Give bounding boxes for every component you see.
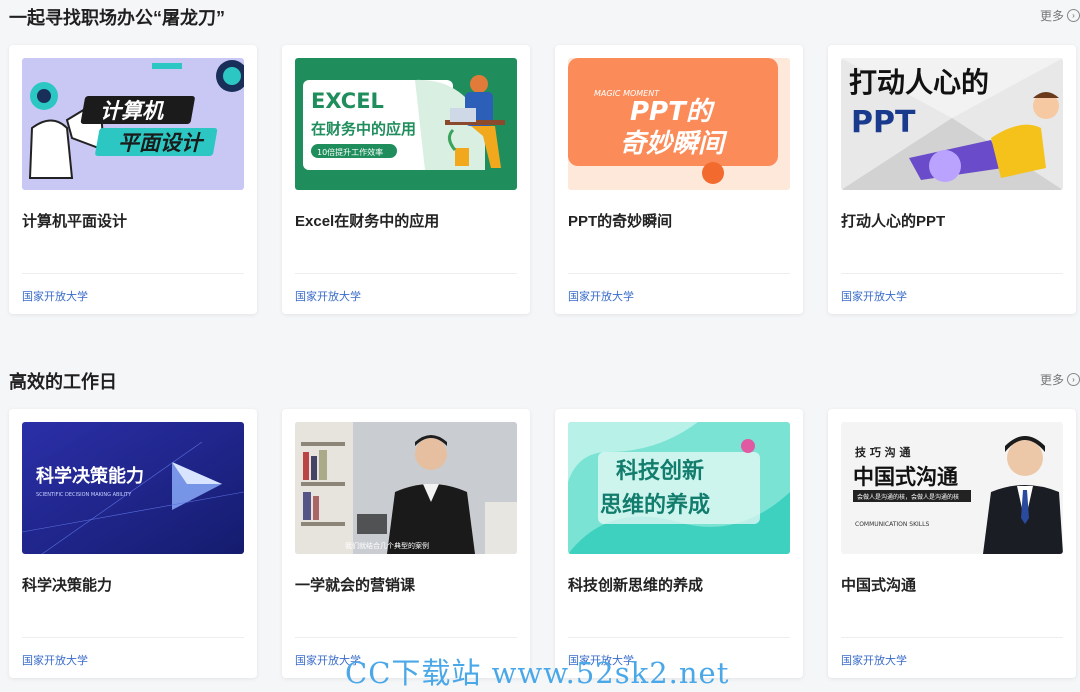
divider	[22, 637, 244, 638]
site-watermark: CC下载站 www.52sk2.net	[345, 656, 730, 690]
course-title: 打动人心的PPT	[841, 213, 946, 230]
thumb-text: 10倍提升工作效率	[317, 147, 383, 157]
thumb-text: 在财务中的应用	[311, 120, 416, 138]
divider	[295, 273, 517, 274]
divider	[841, 273, 1063, 274]
divider	[295, 637, 517, 638]
course-card[interactable]: 计算机 平面设计 计算机平面设计 国家开放大学	[9, 45, 257, 314]
thumb-text: 科技创新	[616, 458, 704, 484]
thumb-text: COMMUNICATION SKILLS	[855, 521, 929, 528]
thumb-text: 打动人心的	[849, 66, 989, 99]
section-title: 一起寻找职场办公“屠龙刀”	[9, 8, 225, 28]
course-provider[interactable]: 国家开放大学	[841, 652, 907, 668]
divider	[568, 637, 790, 638]
thumb-text: 计算机	[100, 99, 165, 123]
thumb-text: 我们就结合几个典型的案例	[345, 541, 429, 550]
more-label: 更多	[1039, 9, 1064, 23]
thumb-text: EXCEL	[311, 89, 384, 113]
course-title: 科学决策能力	[22, 577, 113, 594]
course-provider[interactable]: 国家开放大学	[841, 288, 907, 304]
course-thumbnail: 计算机 平面设计	[22, 58, 244, 190]
more-link[interactable]: 更多 ›	[1040, 7, 1080, 24]
divider	[22, 273, 244, 274]
course-card[interactable]: MAGIC MOMENT PPT的 奇妙瞬间 PPT的奇妙瞬间 国家开放大学	[555, 45, 803, 314]
chevron-right-circle-icon: ›	[1067, 9, 1080, 22]
course-card[interactable]: 打动人心的 PPT 打动人心的PPT 国家开放大学	[828, 45, 1076, 314]
course-thumbnail: 科技创新 思维的养成	[568, 422, 790, 554]
thumb-text: 会做人是沟通的核，会做人是沟通的核	[857, 493, 959, 501]
divider	[841, 637, 1063, 638]
thumb-text: 思维的养成	[600, 492, 710, 518]
course-thumbnail: MAGIC MOMENT PPT的 奇妙瞬间	[568, 58, 790, 190]
thumb-text: 技 巧 沟 通	[855, 445, 911, 459]
thumb-text: PPT	[851, 105, 916, 140]
course-title: 中国式沟通	[841, 577, 917, 594]
course-thumbnail: 科学决策能力 SCIENTIFIC DECISION MAKING ABILIT…	[22, 422, 244, 554]
divider	[568, 273, 790, 274]
course-title: 科技创新思维的养成	[568, 577, 704, 594]
course-provider[interactable]: 国家开放大学	[22, 652, 88, 668]
course-provider[interactable]: 国家开放大学	[295, 288, 361, 304]
course-card[interactable]: EXCEL 在财务中的应用 10倍提升工作效率 Excel在财务中的应用 国家开…	[282, 45, 530, 314]
course-title: Excel在财务中的应用	[295, 213, 440, 230]
thumb-text: PPT的	[630, 97, 716, 127]
course-provider[interactable]: 国家开放大学	[568, 288, 634, 304]
course-card[interactable]: 科技创新 思维的养成 科技创新思维的养成 国家开放大学	[555, 409, 803, 678]
course-thumbnail: 我们就结合几个典型的案例	[295, 422, 517, 554]
thumb-text: 科学决策能力	[36, 465, 144, 487]
course-card[interactable]: 我们就结合几个典型的案例 一学就会的营销课 国家开放大学	[282, 409, 530, 678]
course-title: 一学就会的营销课	[295, 577, 416, 594]
thumb-text: 平面设计	[118, 131, 205, 155]
course-card[interactable]: 技 巧 沟 通 中国式沟通 会做人是沟通的核，会做人是沟通的核 COMMUNIC…	[828, 409, 1076, 678]
more-link[interactable]: 更多 ›	[1040, 371, 1080, 388]
more-label: 更多	[1039, 373, 1064, 387]
thumb-text: 中国式沟通	[853, 465, 958, 489]
section-title: 高效的工作日	[9, 372, 117, 392]
chevron-right-circle-icon: ›	[1067, 373, 1080, 386]
thumb-text: 奇妙瞬间	[620, 129, 728, 159]
course-title: PPT的奇妙瞬间	[568, 213, 673, 230]
course-card[interactable]: 科学决策能力 SCIENTIFIC DECISION MAKING ABILIT…	[9, 409, 257, 678]
course-title: 计算机平面设计	[22, 213, 128, 230]
course-provider[interactable]: 国家开放大学	[22, 288, 88, 304]
course-thumbnail: EXCEL 在财务中的应用 10倍提升工作效率	[295, 58, 517, 190]
course-thumbnail: 技 巧 沟 通 中国式沟通 会做人是沟通的核，会做人是沟通的核 COMMUNIC…	[841, 422, 1063, 554]
thumb-text: SCIENTIFIC DECISION MAKING ABILITY	[36, 492, 132, 498]
course-thumbnail: 打动人心的 PPT	[841, 58, 1063, 190]
